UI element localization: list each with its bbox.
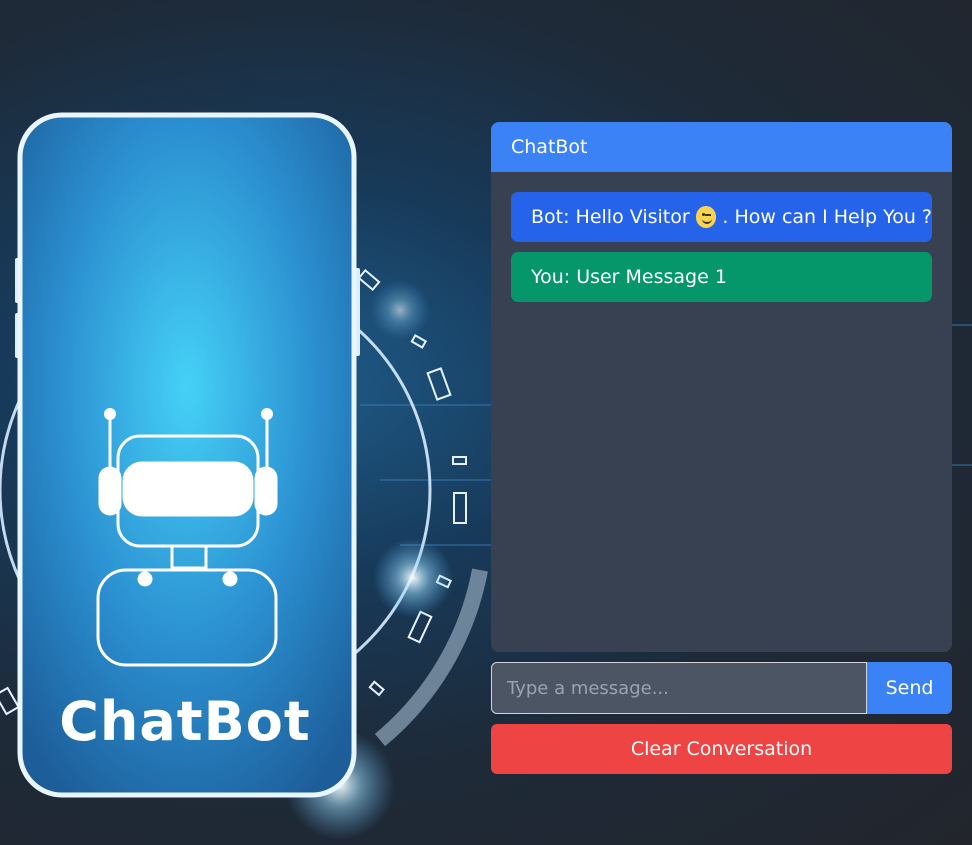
bot-message: Bot: Hello Visitor . How can I Help You … [511,192,932,242]
user-message-text: You: User Message 1 [531,266,727,288]
send-button[interactable]: Send [867,662,952,714]
chat-panel: ChatBot Bot: Hello Visitor . How can I H… [491,122,952,652]
clear-conversation-button[interactable]: Clear Conversation [491,724,952,774]
composer: Send [491,662,952,714]
hero-logo-text: ChatBot [59,690,311,753]
message-list[interactable]: Bot: Hello Visitor . How can I Help You … [491,172,952,332]
chat-header: ChatBot [491,122,952,172]
wink-emoji-icon [695,206,717,228]
bot-message-suffix: . How can I Help You ? [722,206,932,228]
message-input[interactable] [491,662,867,714]
user-message: You: User Message 1 [511,252,932,302]
bot-message-text: Bot: Hello Visitor [531,206,690,228]
chat-title: ChatBot [511,136,588,158]
